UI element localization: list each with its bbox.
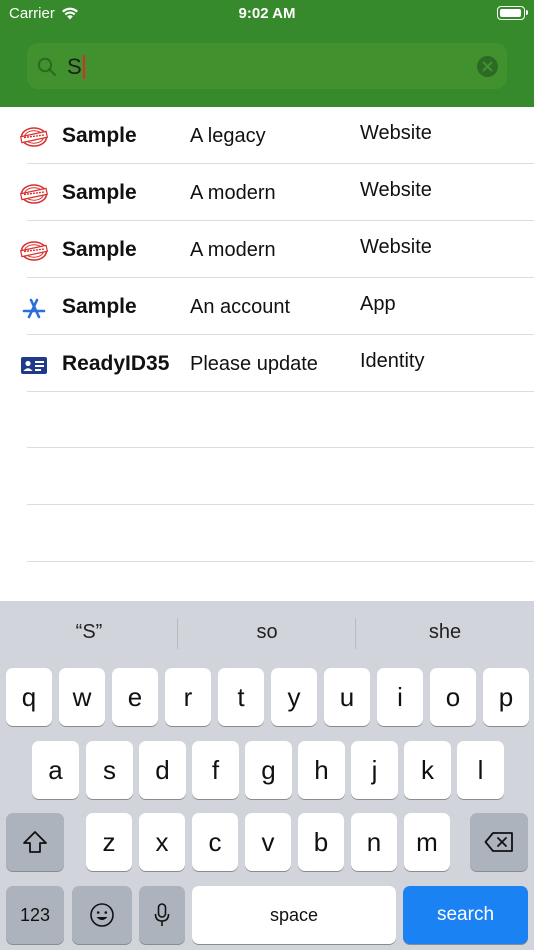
key-l[interactable]: l bbox=[457, 741, 504, 799]
key-f[interactable]: f bbox=[192, 741, 239, 799]
result-row[interactable]: ReadyID35 Please update Identity bbox=[0, 335, 534, 392]
suggestion-item[interactable]: she bbox=[356, 621, 534, 644]
result-row[interactable]: Sample A modern Website bbox=[0, 221, 534, 278]
key-m[interactable]: m bbox=[404, 813, 450, 871]
key-k[interactable]: k bbox=[404, 741, 451, 799]
close-icon bbox=[482, 61, 493, 72]
empty-row-divider bbox=[27, 504, 534, 505]
result-title: Sample bbox=[62, 295, 137, 318]
stamp-icon bbox=[20, 127, 48, 147]
empty-row-divider bbox=[27, 561, 534, 562]
result-row[interactable]: Sample An account App bbox=[0, 278, 534, 335]
key-i[interactable]: i bbox=[377, 668, 423, 726]
suggestion-item[interactable]: “S” bbox=[0, 621, 178, 644]
emoji-icon bbox=[90, 903, 114, 927]
search-key[interactable]: search bbox=[403, 886, 528, 944]
dictation-key[interactable] bbox=[139, 886, 185, 944]
space-key[interactable]: space bbox=[192, 886, 396, 944]
key-t[interactable]: t bbox=[218, 668, 264, 726]
result-subtitle: A modern bbox=[190, 239, 276, 261]
predictive-bar: “S” so she bbox=[0, 601, 534, 665]
key-n[interactable]: n bbox=[351, 813, 397, 871]
id-card-icon bbox=[21, 357, 47, 374]
emoji-key[interactable] bbox=[72, 886, 132, 944]
shift-key[interactable] bbox=[6, 813, 64, 871]
result-row[interactable]: Sample A legacy Website bbox=[0, 107, 534, 164]
key-a[interactable]: a bbox=[32, 741, 79, 799]
stamp-icon bbox=[20, 241, 48, 261]
result-title: Sample bbox=[62, 238, 137, 261]
text-cursor bbox=[82, 55, 85, 79]
key-p[interactable]: p bbox=[483, 668, 529, 726]
result-row[interactable]: Sample A modern Website bbox=[0, 164, 534, 221]
suggestion-item[interactable]: so bbox=[178, 621, 356, 644]
search-query: S bbox=[67, 54, 82, 79]
key-w[interactable]: w bbox=[59, 668, 105, 726]
battery-icon bbox=[497, 6, 528, 20]
key-r[interactable]: r bbox=[165, 668, 211, 726]
key-x[interactable]: x bbox=[139, 813, 185, 871]
result-type: App bbox=[360, 293, 396, 315]
keyboard: “S” so she q w e r t y u i o p a s d f g… bbox=[0, 601, 534, 950]
search-input[interactable]: S bbox=[67, 54, 85, 80]
results-list: Sample A legacy Website Sample A modern … bbox=[0, 107, 534, 601]
status-time: 9:02 AM bbox=[238, 5, 296, 22]
result-type: Website bbox=[360, 179, 432, 201]
result-subtitle: Please update bbox=[190, 353, 318, 375]
key-v[interactable]: v bbox=[245, 813, 291, 871]
result-type: Website bbox=[360, 236, 432, 258]
result-type: Identity bbox=[360, 350, 425, 372]
result-title: Sample bbox=[62, 181, 137, 204]
key-s[interactable]: s bbox=[86, 741, 133, 799]
result-subtitle: An account bbox=[190, 296, 291, 318]
stamp-icon bbox=[20, 184, 48, 204]
search-icon bbox=[37, 57, 57, 77]
result-subtitle: A legacy bbox=[190, 125, 266, 147]
key-e[interactable]: e bbox=[112, 668, 158, 726]
key-o[interactable]: o bbox=[430, 668, 476, 726]
numbers-key[interactable]: 123 bbox=[6, 886, 64, 944]
backspace-icon bbox=[484, 832, 513, 852]
clear-search-button[interactable] bbox=[477, 56, 498, 77]
result-subtitle: A modern bbox=[190, 182, 276, 204]
key-d[interactable]: d bbox=[139, 741, 186, 799]
navigation-header: Carrier 9:02 AM S bbox=[0, 0, 534, 107]
microphone-icon bbox=[154, 903, 170, 926]
key-b[interactable]: b bbox=[298, 813, 344, 871]
key-q[interactable]: q bbox=[6, 668, 52, 726]
key-c[interactable]: c bbox=[192, 813, 238, 871]
key-j[interactable]: j bbox=[351, 741, 398, 799]
result-type: Website bbox=[360, 122, 432, 144]
key-y[interactable]: y bbox=[271, 668, 317, 726]
empty-row-divider bbox=[27, 447, 534, 448]
row-divider bbox=[27, 391, 534, 392]
app-store-icon bbox=[22, 298, 46, 319]
key-g[interactable]: g bbox=[245, 741, 292, 799]
key-h[interactable]: h bbox=[298, 741, 345, 799]
delete-key[interactable] bbox=[470, 813, 528, 871]
key-u[interactable]: u bbox=[324, 668, 370, 726]
key-z[interactable]: z bbox=[86, 813, 132, 871]
shift-icon bbox=[23, 831, 47, 853]
status-bar: Carrier 9:02 AM bbox=[0, 0, 534, 28]
result-title: ReadyID35 bbox=[62, 352, 170, 375]
search-field[interactable]: S bbox=[27, 43, 507, 89]
result-title: Sample bbox=[62, 124, 137, 147]
